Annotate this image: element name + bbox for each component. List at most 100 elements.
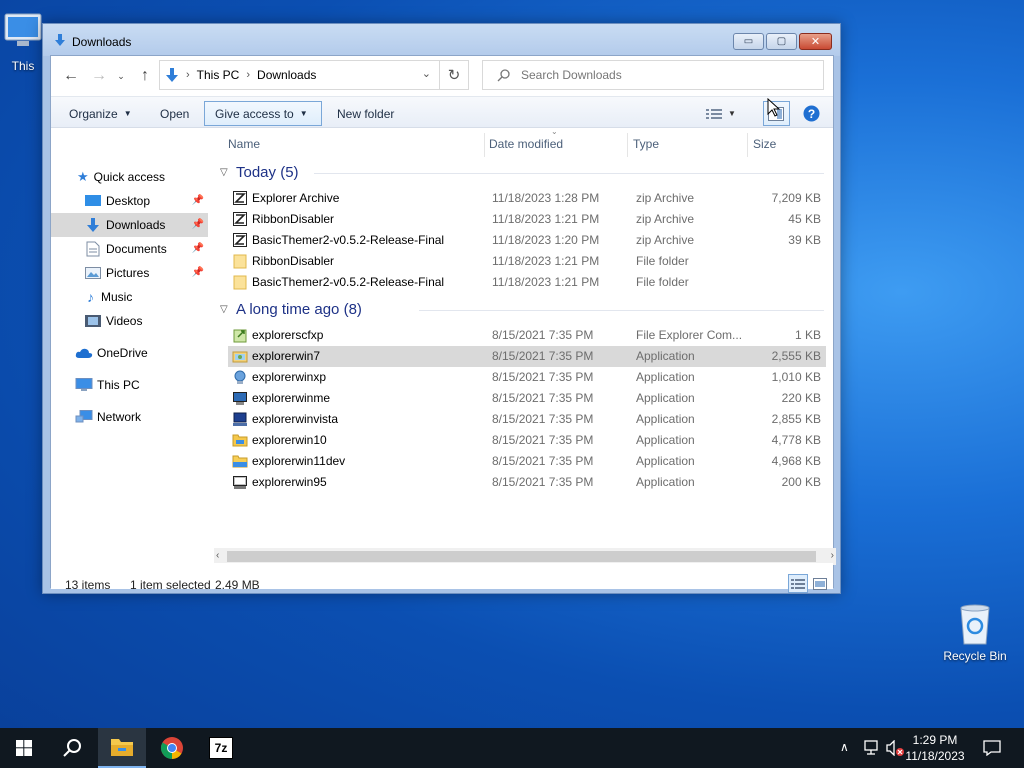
group-header-long-ago[interactable]: ▽ A long time ago (8)	[220, 299, 362, 319]
notifications-icon[interactable]	[983, 740, 1001, 756]
window-title: Downloads	[72, 35, 132, 49]
large-icons-view-button[interactable]	[810, 574, 830, 593]
file-row[interactable]: explorerwin10 8/15/2021 7:35 PM Applicat…	[228, 430, 826, 451]
file-name: explorerwinvista	[252, 412, 339, 426]
file-row[interactable]: explorerwinvista 8/15/2021 7:35 PM Appli…	[228, 409, 826, 430]
minimize-button[interactable]: ▭	[733, 33, 764, 50]
column-divider[interactable]	[484, 133, 485, 157]
nav-network[interactable]: Network	[51, 405, 208, 429]
change-view-button[interactable]: ▼	[702, 101, 740, 126]
show-hidden-icons-button[interactable]: ∧	[840, 740, 849, 754]
search-box[interactable]: Search Downloads	[482, 60, 824, 90]
column-header-date[interactable]: ⌄ Date modified	[489, 127, 629, 159]
nav-documents[interactable]: Documents 📌	[51, 237, 208, 261]
recycle-bin-desktop-icon[interactable]: Recycle Bin	[938, 602, 1012, 663]
file-row[interactable]: BasicThemer2-v0.5.2-Release-Final 11/18/…	[228, 272, 826, 293]
nav-music[interactable]: ♪ Music	[51, 285, 208, 309]
nav-this-pc[interactable]: This PC	[51, 373, 208, 397]
music-icon: ♪	[87, 289, 94, 305]
breadcrumb-this-pc[interactable]: This PC	[197, 68, 240, 82]
file-type: Application	[636, 475, 695, 489]
chrome-taskbar-button[interactable]	[148, 728, 196, 768]
item-count: 13 items	[65, 578, 111, 592]
search-icon	[497, 69, 510, 82]
navigation-pane: ★ Quick access Desktop 📌 Downloads 📌 Doc…	[51, 129, 208, 563]
column-header-size[interactable]: Size	[753, 129, 823, 159]
file-size: 4,778 KB	[771, 433, 821, 447]
column-divider[interactable]	[747, 133, 748, 157]
nav-downloads[interactable]: Downloads 📌	[51, 213, 208, 237]
new-folder-button[interactable]: New folder	[327, 101, 404, 126]
file-explorer-taskbar-button[interactable]	[98, 728, 146, 768]
file-size: 4,968 KB	[771, 454, 821, 468]
file-row-selected[interactable]: explorerwin7 8/15/2021 7:35 PM Applicati…	[228, 346, 826, 367]
zip-icon	[233, 233, 247, 247]
downloads-location-icon	[166, 68, 178, 82]
nav-desktop[interactable]: Desktop 📌	[51, 189, 208, 213]
up-button[interactable]: ↑	[135, 66, 155, 86]
column-divider[interactable]	[627, 133, 628, 157]
file-row[interactable]: explorerwin11dev 8/15/2021 7:35 PM Appli…	[228, 451, 826, 472]
scroll-left-icon[interactable]: ‹	[216, 550, 219, 561]
network-icon	[75, 410, 93, 423]
column-type-label: Type	[633, 137, 660, 151]
nav-videos-label: Videos	[106, 314, 143, 328]
scrollbar-thumb[interactable]	[227, 551, 816, 562]
file-name: explorerwin10	[252, 433, 327, 447]
pin-icon: 📌	[191, 243, 204, 254]
back-arrow-icon: ←	[63, 67, 79, 84]
file-date: 11/18/2023 1:20 PM	[492, 233, 600, 247]
nav-pictures[interactable]: Pictures 📌	[51, 261, 208, 285]
column-header-type[interactable]: Type	[633, 129, 743, 159]
file-explorer-icon	[111, 739, 133, 756]
file-row[interactable]: explorerwinxp 8/15/2021 7:35 PM Applicat…	[228, 367, 826, 388]
nav-desktop-label: Desktop	[106, 194, 151, 208]
group-header-today[interactable]: ▽ Today (5)	[220, 162, 299, 182]
nav-onedrive-label: OneDrive	[97, 346, 148, 360]
app-winxp-icon	[234, 370, 246, 384]
file-size: 45 KB	[788, 212, 821, 226]
refresh-button[interactable]: ↻	[440, 60, 469, 90]
address-dropdown-icon[interactable]: ⌄	[422, 67, 431, 80]
nav-this-pc-label: This PC	[97, 378, 140, 392]
column-header-name[interactable]: Name	[228, 129, 478, 159]
file-row[interactable]: BasicThemer2-v0.5.2-Release-Final 11/18/…	[228, 230, 826, 251]
file-row[interactable]: Explorer Archive 11/18/2023 1:28 PM zip …	[228, 188, 826, 209]
back-button[interactable]: ←	[61, 66, 81, 86]
nav-quick-access[interactable]: ★ Quick access	[51, 165, 208, 189]
7zip-taskbar-button[interactable]: 7z	[197, 728, 245, 768]
clock-time: 1:29 PM	[912, 733, 958, 747]
file-type: Application	[636, 349, 695, 363]
network-status-icon[interactable]	[862, 740, 880, 756]
app-win10-icon	[232, 434, 248, 447]
breadcrumb-downloads[interactable]: Downloads	[257, 68, 316, 82]
windows-logo-icon	[16, 740, 32, 756]
organize-button[interactable]: Organize ▼	[59, 101, 142, 126]
forward-button[interactable]: →	[89, 66, 109, 86]
chevron-down-icon: ⌄	[117, 70, 125, 81]
close-button[interactable]: ✕	[799, 33, 832, 50]
file-row[interactable]: explorerscfxp 8/15/2021 7:35 PM File Exp…	[228, 325, 826, 346]
help-icon: ?	[803, 105, 820, 122]
start-button[interactable]	[0, 728, 48, 768]
title-bar[interactable]: Downloads ▭ ▢ ✕	[43, 24, 840, 56]
search-taskbar-button[interactable]	[48, 728, 96, 768]
file-row[interactable]: explorerwin95 8/15/2021 7:35 PM Applicat…	[228, 472, 826, 493]
selected-count: 1 item selected	[130, 578, 211, 592]
help-button[interactable]: ?	[799, 101, 824, 126]
details-view-icon	[706, 108, 722, 119]
recent-locations-button[interactable]: ⌄	[111, 66, 131, 86]
file-row[interactable]: RibbonDisabler 11/18/2023 1:21 PM zip Ar…	[228, 209, 826, 230]
maximize-button[interactable]: ▢	[766, 33, 797, 50]
refresh-icon: ↻	[447, 67, 461, 84]
open-button[interactable]: Open	[150, 101, 199, 126]
scroll-right-icon[interactable]: ›	[831, 550, 834, 561]
details-view-button[interactable]	[788, 574, 808, 593]
nav-onedrive[interactable]: OneDrive	[51, 341, 208, 365]
give-access-button[interactable]: Give access to ▼	[204, 101, 322, 126]
address-bar[interactable]: › This PC › Downloads ⌄	[159, 60, 440, 90]
file-row[interactable]: explorerwinme 8/15/2021 7:35 PM Applicat…	[228, 388, 826, 409]
nav-videos[interactable]: Videos	[51, 309, 208, 333]
clock[interactable]: 1:29 PM 11/18/2023	[900, 732, 970, 764]
file-row[interactable]: RibbonDisabler 11/18/2023 1:21 PM File f…	[228, 251, 826, 272]
